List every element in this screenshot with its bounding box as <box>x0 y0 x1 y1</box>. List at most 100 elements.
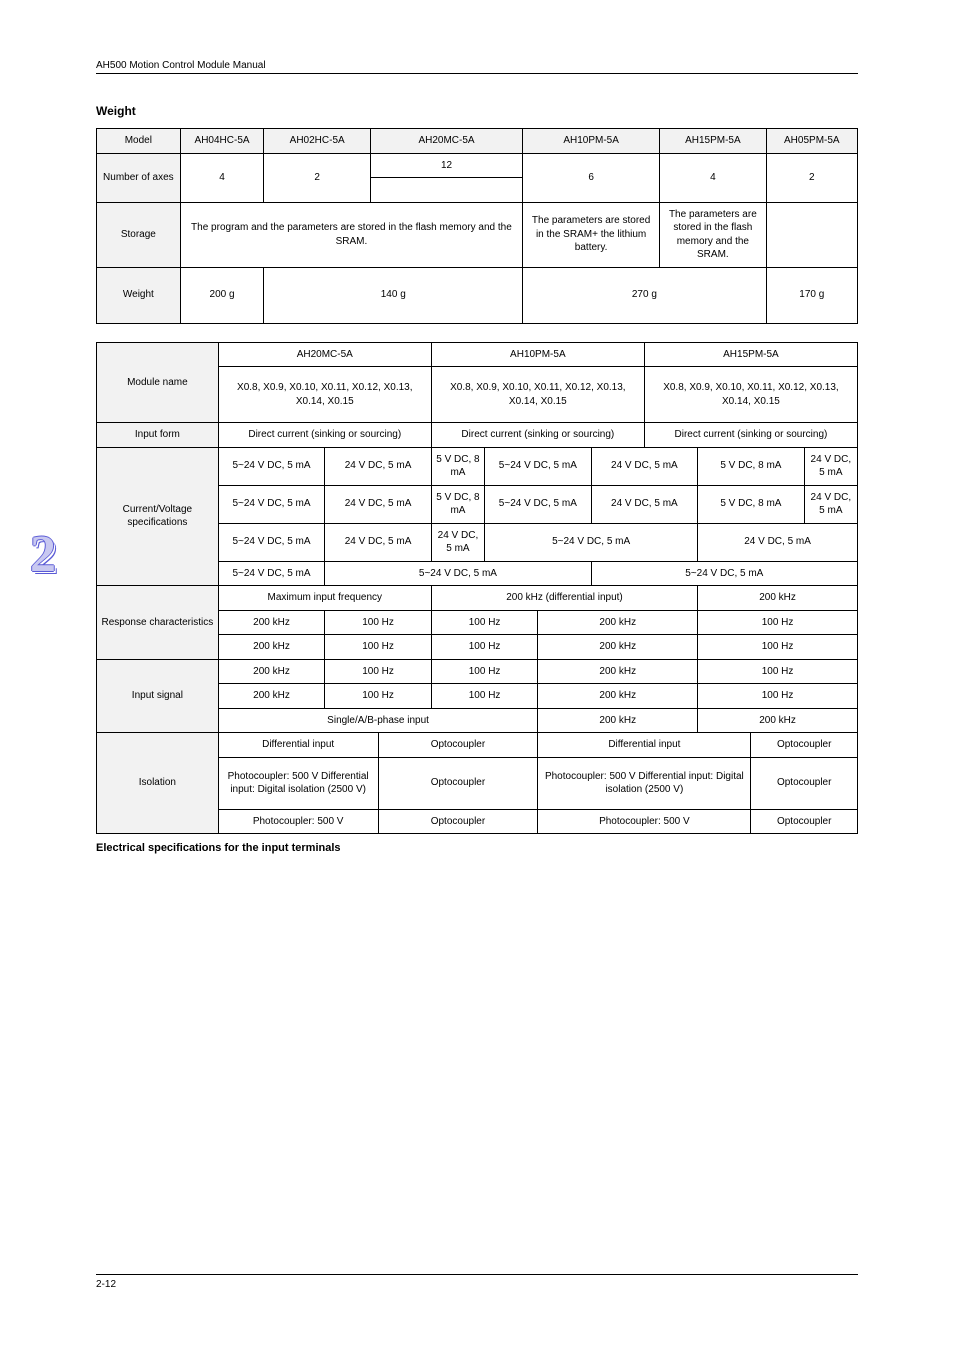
cell: 100 Hz <box>325 635 432 660</box>
cell: Optocoupler <box>751 809 858 834</box>
cell: Current/Voltage specifications <box>97 447 219 586</box>
cell: Maximum input frequency <box>218 586 431 611</box>
cell: AH15PM-5A <box>660 129 767 154</box>
cell: 200 kHz <box>538 659 698 684</box>
cell: 5~24 V DC, 5 mA <box>325 561 591 586</box>
cell: Single/A/B-phase input <box>218 708 538 733</box>
cell: Optocoupler <box>751 733 858 758</box>
cell: 5~24 V DC, 5 mA <box>591 561 857 586</box>
cell: Input form <box>97 423 219 448</box>
table-input-specs: Module name AH20MC-5A AH10PM-5A AH15PM-5… <box>96 342 858 835</box>
cell: 200 kHz <box>218 610 325 635</box>
cell: The program and the parameters are store… <box>180 202 522 267</box>
cell: Optocoupler <box>378 809 538 834</box>
cell: 24 V DC, 5 mA <box>591 485 698 523</box>
cell: 4 <box>180 153 264 202</box>
chapter-badge: 2 <box>30 525 56 584</box>
cell: AH02HC-5A <box>264 129 371 154</box>
cell: 24 V DC, 5 mA <box>804 485 857 523</box>
cell: 100 Hz <box>431 659 538 684</box>
cell: Model <box>97 129 181 154</box>
cell: 5~24 V DC, 5 mA <box>218 523 325 561</box>
cell: Differential input <box>218 733 378 758</box>
cell: 24 V DC, 5 mA <box>325 485 432 523</box>
cell: 200 kHz <box>218 635 325 660</box>
cell: 200 kHz <box>218 659 325 684</box>
cell: Direct current (sinking or sourcing) <box>644 423 857 448</box>
cell: 5 V DC, 8 mA <box>698 447 805 485</box>
cell: 100 Hz <box>698 610 858 635</box>
cell: 5 V DC, 8 mA <box>431 447 484 485</box>
cell: X0.8, X0.9, X0.10, X0.11, X0.12, X0.13, … <box>431 367 644 423</box>
cell: Optocoupler <box>751 757 858 809</box>
cell: Photocoupler: 500 V <box>218 809 378 834</box>
cell: 200 g <box>180 267 264 323</box>
cell: 24 V DC, 5 mA <box>325 523 432 561</box>
cell: 170 g <box>766 267 857 323</box>
page: AH500 Motion Control Module Manual Weigh… <box>0 0 954 914</box>
cell: Direct current (sinking or sourcing) <box>218 423 431 448</box>
cell: 5 V DC, 8 mA <box>431 485 484 523</box>
cell: 5~24 V DC, 5 mA <box>218 485 325 523</box>
cell: AH04HC-5A <box>180 129 264 154</box>
cell: 24 V DC, 5 mA <box>325 447 432 485</box>
cell: 200 kHz <box>218 684 325 709</box>
header-title: AH500 Motion Control Module Manual <box>96 60 266 71</box>
cell: Input signal <box>97 659 219 733</box>
cell: 200 kHz <box>538 610 698 635</box>
cell: Storage <box>97 202 181 267</box>
cell: AH10PM-5A <box>523 129 660 154</box>
cell: 12 <box>370 153 522 178</box>
cell: 100 Hz <box>325 659 432 684</box>
cell: AH20MC-5A <box>218 342 431 367</box>
cell: 200 kHz <box>538 708 698 733</box>
cell: 270 g <box>523 267 767 323</box>
cell: 100 Hz <box>698 684 858 709</box>
cell <box>370 178 522 203</box>
cell: AH10PM-5A <box>431 342 644 367</box>
page-footer: 2-12 <box>96 1274 858 1290</box>
cell: X0.8, X0.9, X0.10, X0.11, X0.12, X0.13, … <box>644 367 857 423</box>
cell: 5~24 V DC, 5 mA <box>218 561 325 586</box>
cell: Differential input <box>538 733 751 758</box>
cell: Weight <box>97 267 181 323</box>
cell: The parameters are stored in the flash m… <box>660 202 767 267</box>
cell: 200 kHz <box>698 586 858 611</box>
cell: 200 kHz <box>698 708 858 733</box>
cell: 24 V DC, 5 mA <box>591 447 698 485</box>
section-title-input: Electrical specifications for the input … <box>96 842 858 854</box>
cell: 100 Hz <box>431 635 538 660</box>
cell: 24 V DC, 5 mA <box>698 523 858 561</box>
cell: Optocoupler <box>378 757 538 809</box>
cell: 5~24 V DC, 5 mA <box>485 485 592 523</box>
cell: 140 g <box>264 267 523 323</box>
cell: 100 Hz <box>698 635 858 660</box>
page-number: 2-12 <box>96 1279 116 1290</box>
cell: Photocoupler: 500 V Differential input: … <box>538 757 751 809</box>
cell: AH15PM-5A <box>644 342 857 367</box>
cell <box>766 202 857 267</box>
cell: 2 <box>766 153 857 202</box>
cell: AH05PM-5A <box>766 129 857 154</box>
cell: 200 kHz (differential input) <box>431 586 697 611</box>
cell: 100 Hz <box>698 659 858 684</box>
cell: X0.8, X0.9, X0.10, X0.11, X0.12, X0.13, … <box>218 367 431 423</box>
cell: Number of axes <box>97 153 181 202</box>
cell: 100 Hz <box>431 684 538 709</box>
cell: 24 V DC, 5 mA <box>431 523 484 561</box>
cell: 6 <box>523 153 660 202</box>
cell: Photocoupler: 500 V <box>538 809 751 834</box>
cell: Isolation <box>97 733 219 834</box>
cell: 5~24 V DC, 5 mA <box>218 447 325 485</box>
page-header: AH500 Motion Control Module Manual <box>96 60 858 74</box>
cell: The parameters are stored in the SRAM+ t… <box>523 202 660 267</box>
table-weight: Model AH04HC-5A AH02HC-5A AH20MC-5A AH10… <box>96 128 858 324</box>
cell: 4 <box>660 153 767 202</box>
cell: Photocoupler: 500 V Differential input: … <box>218 757 378 809</box>
cell: 24 V DC, 5 mA <box>804 447 857 485</box>
cell: 200 kHz <box>538 635 698 660</box>
cell: 5 V DC, 8 mA <box>698 485 805 523</box>
cell: 200 kHz <box>538 684 698 709</box>
cell: 100 Hz <box>431 610 538 635</box>
cell: 2 <box>264 153 371 202</box>
